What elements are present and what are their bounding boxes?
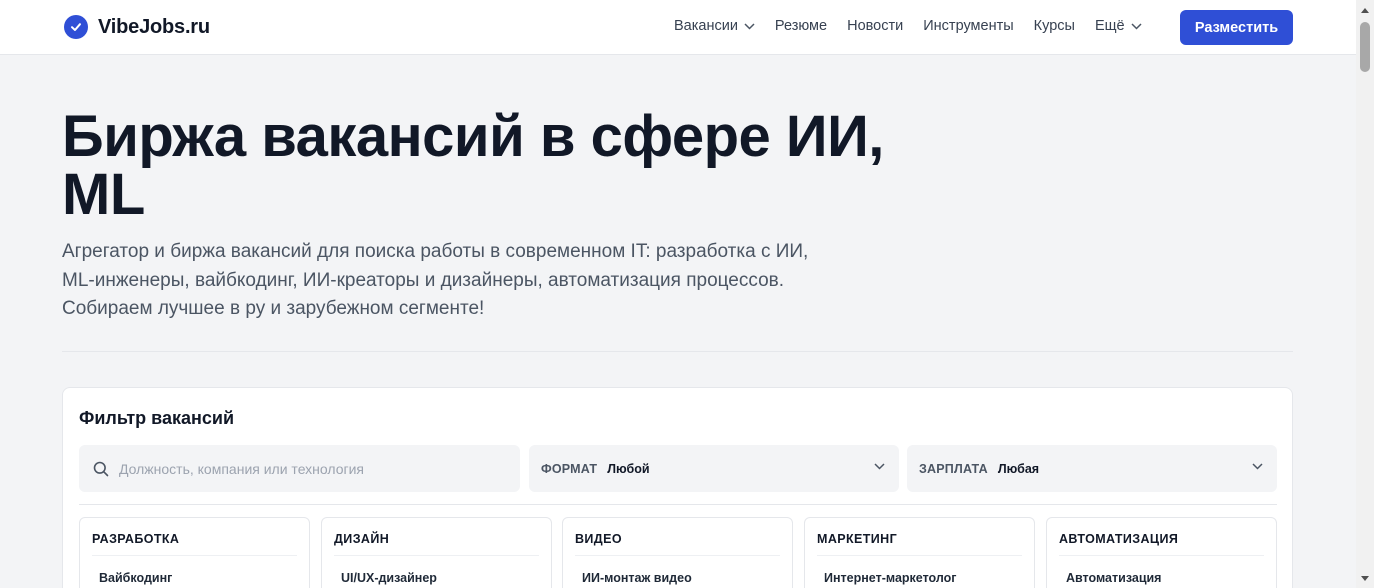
scroll-up-icon[interactable] [1356, 2, 1374, 18]
logo-text: VibeJobs.ru [98, 15, 210, 38]
salary-select-value: Любая [997, 461, 1040, 476]
category-title: РАЗРАБОТКА [92, 532, 180, 546]
nav-item-resume[interactable]: Резюме [775, 18, 827, 34]
main-nav: Вакансии Резюме Новости Инструменты Курс… [674, 18, 1162, 34]
chevron-down-icon [1252, 463, 1263, 470]
category-divider [92, 555, 297, 556]
vacancy-filter-card: Фильтр вакансий ФОРМАТ Любой ЗАРПЛАТА Лю… [62, 387, 1293, 588]
salary-select[interactable]: ЗАРПЛАТА Любая [907, 445, 1277, 492]
category-divider [575, 555, 780, 556]
page-scrollbar[interactable] [1356, 0, 1374, 588]
category-link[interactable]: Автоматизация [1066, 571, 1161, 585]
search-field[interactable] [79, 445, 520, 492]
search-input[interactable] [119, 460, 499, 477]
category-divider [1059, 555, 1264, 556]
nav-item-label: Резюме [774, 18, 828, 34]
category-link[interactable]: Вайбкодинг [99, 571, 172, 585]
category-title: АВТОМАТИЗАЦИЯ [1059, 532, 1179, 546]
category-card-development: РАЗРАБОТКА Вайбкодинг [79, 517, 310, 588]
logo[interactable]: VibeJobs.ru [64, 15, 210, 39]
category-card-video: ВИДЕО ИИ-монтаж видео [562, 517, 793, 588]
post-vacancy-button[interactable]: Разместить [1180, 10, 1293, 45]
format-select-label: ФОРМАТ [541, 461, 598, 476]
section-divider [62, 351, 1293, 352]
format-select[interactable]: ФОРМАТ Любой [529, 445, 899, 492]
category-divider [817, 555, 1022, 556]
format-select-value: Любой [607, 461, 650, 476]
category-link[interactable]: Интернет-маркетолог [824, 571, 956, 585]
search-icon [93, 461, 109, 477]
category-card-automation: АВТОМАТИЗАЦИЯ Автоматизация [1046, 517, 1277, 588]
nav-item-courses[interactable]: Курсы [1034, 18, 1075, 34]
category-card-design: ДИЗАЙН UI/UX-дизайнер [321, 517, 552, 588]
nav-item-more[interactable]: Ещё [1095, 18, 1142, 34]
check-circle-icon [64, 15, 88, 39]
chevron-down-icon [1131, 22, 1142, 30]
page-title: Биржа вакансий в сфере ИИ, ML [62, 104, 884, 227]
chevron-down-icon [744, 22, 755, 30]
site-header: VibeJobs.ru Вакансии Резюме Новости Инст… [0, 0, 1356, 55]
page-subtitle: Агрегатор и биржа вакансий для поиска ра… [62, 241, 809, 319]
category-title: ДИЗАЙН [334, 532, 390, 546]
nav-item-label: Вакансии [674, 18, 738, 34]
category-link[interactable]: ИИ-монтаж видео [582, 571, 692, 585]
nav-item-vacancies[interactable]: Вакансии [674, 18, 755, 34]
nav-item-label: Новости [847, 18, 904, 34]
chevron-down-icon [874, 463, 885, 470]
nav-item-label: Курсы [1033, 18, 1075, 34]
scroll-down-icon[interactable] [1356, 570, 1374, 586]
filter-title: Фильтр вакансий [79, 408, 235, 428]
salary-select-label: ЗАРПЛАТА [919, 461, 988, 476]
category-title: ВИДЕО [575, 532, 622, 546]
filter-divider [79, 504, 1277, 505]
nav-item-news[interactable]: Новости [847, 18, 903, 34]
category-divider [334, 555, 539, 556]
category-card-marketing: МАРКЕТИНГ Интернет-маркетолог [804, 517, 1035, 588]
nav-item-tools[interactable]: Инструменты [923, 18, 1013, 34]
nav-item-label: Инструменты [923, 18, 1014, 34]
nav-item-label: Ещё [1094, 18, 1125, 34]
category-title: МАРКЕТИНГ [817, 532, 898, 546]
category-link[interactable]: UI/UX-дизайнер [341, 571, 437, 585]
scrollbar-thumb[interactable] [1360, 22, 1370, 72]
